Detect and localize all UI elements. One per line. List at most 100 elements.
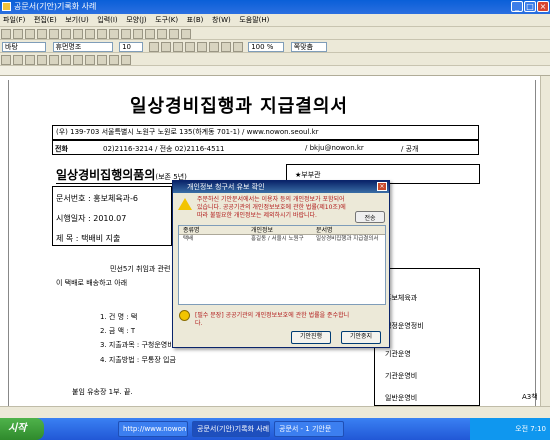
minimize-button[interactable]: _: [511, 1, 523, 12]
table-icon[interactable]: [121, 29, 131, 39]
font-color-icon[interactable]: [232, 42, 243, 52]
undo-icon[interactable]: [85, 29, 95, 39]
proceed-button[interactable]: 기안진행: [291, 331, 331, 344]
app-icon: [2, 2, 11, 11]
zoom-icon[interactable]: [169, 29, 179, 39]
vertical-scrollbar[interactable]: [540, 76, 550, 406]
horizontal-scrollbar[interactable]: [0, 406, 550, 418]
paste-icon[interactable]: [73, 29, 83, 39]
page-indicator: A3책: [522, 393, 538, 401]
phone-label: 전화: [55, 145, 68, 153]
style-select[interactable]: 바탕: [2, 42, 46, 52]
maximize-button[interactable]: □: [524, 1, 536, 12]
view-select[interactable]: 쪽맞춤: [290, 42, 327, 52]
taskbar-item[interactable]: 공문서(기안)기록화 사례: [192, 421, 270, 437]
size-select[interactable]: 10: [119, 42, 144, 52]
align-center-icon[interactable]: [196, 42, 207, 52]
doc-info-box: 문서번호 : 홍보체육과-6 시행일자 : 2010.07 제 목 : 택배비 …: [52, 186, 172, 246]
group-icon[interactable]: [97, 55, 107, 65]
underline-icon[interactable]: [172, 42, 183, 52]
body-line-1: 민선5기 취임과 관련: [110, 265, 171, 273]
body-line-2: 이 택배로 배송하고 아래: [56, 279, 128, 287]
close-button[interactable]: ×: [537, 1, 549, 12]
redo-icon[interactable]: [97, 29, 107, 39]
column-header[interactable]: 문서명: [314, 226, 333, 235]
system-tray-clock[interactable]: 오전 7:10: [470, 418, 550, 440]
menu-table[interactable]: 표(B): [184, 14, 207, 27]
font-select[interactable]: 휴먼명조: [52, 42, 113, 52]
stop-button[interactable]: 기안중지: [341, 331, 381, 344]
textbox-icon[interactable]: [61, 55, 71, 65]
rect-icon[interactable]: [13, 55, 23, 65]
menu-edit[interactable]: 편집(E): [31, 14, 60, 27]
privacy-dialog: 개인정보 청구서 유보 확인 × 주문하신 기안문서에서는 이용자 등의 개인정…: [172, 180, 390, 348]
table-row[interactable]: 택배 홍길동 / 서울시 노원구 일상경비집행과 지급결의서: [179, 235, 385, 243]
standard-toolbar: [0, 27, 550, 40]
list-item: 4. 지출방법 : 무통장 입금: [100, 356, 176, 364]
send-back-icon[interactable]: [121, 55, 131, 65]
save-icon[interactable]: [25, 29, 35, 39]
info-icon: [179, 310, 190, 321]
section-title-text: 일상경비집행의품의: [56, 168, 156, 182]
dialog-close-button[interactable]: ×: [377, 182, 387, 191]
email-text: / bkju@nowon.kr: [305, 144, 364, 152]
align-right-icon[interactable]: [208, 42, 219, 52]
attachment-line: 붙임 유송장 1부. 끝.: [72, 388, 133, 396]
menu-file[interactable]: 파일(F): [0, 14, 28, 27]
doc-no-row: 문서번호 : 홍보체육과-6: [56, 193, 138, 204]
help-icon[interactable]: [181, 29, 191, 39]
menu-tools[interactable]: 도구(K): [152, 14, 181, 27]
print-icon[interactable]: [37, 29, 47, 39]
open-icon[interactable]: [13, 29, 23, 39]
budget-item: 일반운영비: [385, 394, 418, 402]
new-icon[interactable]: [1, 29, 11, 39]
zoom-select[interactable]: 100 %: [248, 42, 285, 52]
polygon-icon[interactable]: [49, 55, 59, 65]
dialog-message: 주문하신 기안문서에서는 이용자 등의 개인정보가 포함되어 있습니다. 공공기…: [197, 196, 346, 219]
address-line: (우) 139-703 서울특별시 노원구 노원로 135(하계동 701-1)…: [52, 125, 479, 140]
contact-row: 전화 02)2116-3214 / 전송 02)2116-4511 / bkju…: [52, 140, 479, 155]
disclosure-text: / 공개: [401, 145, 419, 153]
doc-no-label: 문서번호 :: [56, 194, 91, 203]
bring-front-icon[interactable]: [109, 55, 119, 65]
send-button[interactable]: 전송: [355, 211, 385, 223]
spell-icon[interactable]: [157, 29, 167, 39]
start-button[interactable]: 시작: [0, 418, 44, 440]
chart-icon[interactable]: [145, 29, 155, 39]
subject-label: 제 목 :: [56, 234, 79, 243]
taskbar-item[interactable]: http://www.nowon...: [118, 421, 188, 437]
warning-icon: [178, 198, 192, 210]
justify-icon[interactable]: [220, 42, 231, 52]
image-icon[interactable]: [133, 29, 143, 39]
menu-insert[interactable]: 입력(I): [94, 14, 120, 27]
copy-icon[interactable]: [61, 29, 71, 39]
fill-icon[interactable]: [73, 55, 83, 65]
find-icon[interactable]: [109, 29, 119, 39]
cut-icon[interactable]: [49, 29, 59, 39]
dialog-titlebar: 개인정보 청구서 유보 확인 ×: [173, 181, 389, 193]
menu-view[interactable]: 보기(U): [62, 14, 91, 27]
right-header: ★부부관: [295, 171, 321, 179]
table-cell: 일상경비집행과 지급결의서: [316, 236, 379, 242]
line-color-icon[interactable]: [85, 55, 95, 65]
budget-item: 기관운영: [385, 350, 411, 358]
budget-item: 기관운영비: [385, 372, 418, 380]
menu-help[interactable]: 도움말(H): [236, 14, 272, 27]
list-item: 2. 금 액 : T: [100, 327, 136, 335]
bold-icon[interactable]: [148, 42, 159, 52]
column-header[interactable]: 종류명: [181, 226, 200, 235]
italic-icon[interactable]: [160, 42, 171, 52]
table-cell: 홍길동 / 서울시 노원구: [251, 236, 304, 242]
doc-no-value: 홍보체육과-6: [93, 194, 139, 203]
date-label: 시행일자 :: [56, 214, 91, 223]
ellipse-icon[interactable]: [25, 55, 35, 65]
taskbar-item[interactable]: 공문서 - 1 기안문: [274, 421, 344, 437]
menu-window[interactable]: 창(W): [209, 14, 234, 27]
menu-format[interactable]: 모양(J): [123, 14, 149, 27]
arc-icon[interactable]: [37, 55, 47, 65]
line-icon[interactable]: [1, 55, 11, 65]
column-header[interactable]: 개인정보: [249, 226, 273, 235]
menu-bar: 파일(F) 편집(E) 보기(U) 입력(I) 모양(J) 도구(K) 표(B)…: [0, 14, 550, 27]
align-left-icon[interactable]: [184, 42, 195, 52]
window-titlebar: 공문서(기안)기록화 사례 _ □ ×: [0, 0, 550, 14]
